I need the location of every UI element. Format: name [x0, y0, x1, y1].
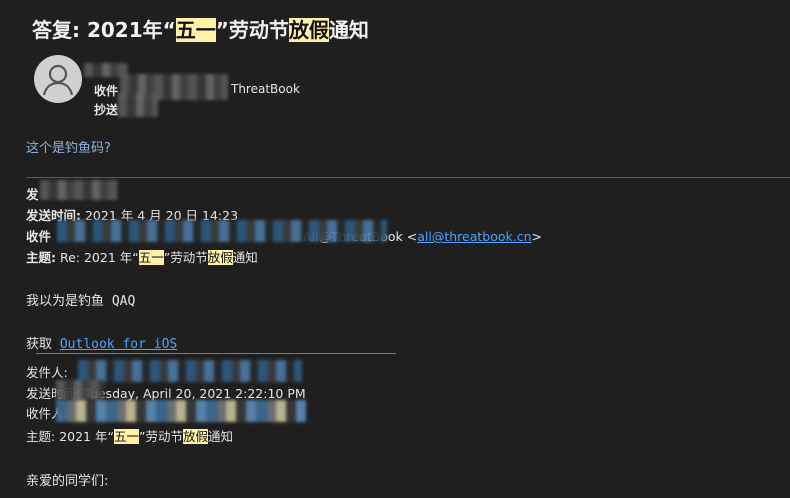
person-icon	[42, 64, 74, 96]
quote2-subject-prefix: 2021 年“	[59, 429, 114, 444]
quote2-time-redacted	[56, 380, 104, 400]
subject-mid: ”劳动节	[215, 18, 289, 42]
quote1-email-link[interactable]: all@threatbook.cn	[417, 229, 531, 244]
subject-highlight-wuyi: 五一	[175, 18, 216, 42]
quote2-subject-suffix: 通知	[207, 429, 233, 444]
sender-avatar[interactable]	[34, 55, 82, 103]
quote2-highlight-wuyi: 五一	[113, 429, 139, 444]
quote2-from-row: 发件人:	[26, 362, 68, 381]
quote1-to-close: >	[531, 229, 543, 244]
cc-row: 抄送	[94, 101, 118, 118]
quote1-subject-suffix: 通知	[232, 250, 258, 265]
quote2-from-label: 发件人:	[26, 365, 68, 380]
email-subject: 答复: 2021年“五一”劳动节放假通知	[32, 14, 369, 43]
quote1-to-label: 收件	[26, 229, 52, 244]
subject-highlight-fangjia: 放假	[288, 18, 329, 42]
quote1-highlight-wuyi: 五一	[138, 250, 164, 265]
quote1-subject-mid: ”劳动节	[163, 250, 208, 265]
divider	[26, 177, 790, 178]
subject-prefix: 答复: 2021年“	[32, 18, 176, 42]
to-row: 收件	[94, 82, 118, 99]
cc-label: 抄送	[94, 103, 119, 117]
quote2-highlight-fangjia: 放假	[182, 429, 208, 444]
reply-message: 这个是钓鱼码?	[26, 141, 111, 156]
to-label: 收件	[94, 84, 119, 98]
quote2-from-redacted	[78, 360, 302, 382]
quote2-subject-row: 主题: 2021 年“五一”劳动节放假通知	[26, 426, 233, 445]
quote1-to-redacted	[57, 220, 387, 242]
divider	[36, 353, 396, 354]
quote1-from-label: 发	[26, 187, 39, 202]
quote1-highlight-fangjia: 放假	[207, 250, 233, 265]
get-outlook-row: 获取 Outlook for iOS	[26, 333, 177, 352]
quote2-to-redacted	[56, 400, 306, 422]
subject-suffix: 通知	[328, 18, 369, 42]
get-label: 获取	[26, 337, 53, 352]
quote1-subject-prefix: Re: 2021 年“	[59, 250, 139, 265]
quote1-from-row: 发	[26, 184, 39, 203]
outlook-ios-link[interactable]: Outlook for iOS	[60, 337, 177, 352]
quote2-greeting: 亲爱的同学们:	[26, 474, 109, 489]
quote2-subject-label: 主题:	[26, 429, 56, 444]
quote1-body: 我以为是钓鱼 QAQ	[26, 294, 136, 309]
quote1-subject-row: 主题: Re: 2021 年“五一”劳动节放假通知	[26, 247, 258, 266]
cc-redacted	[118, 93, 158, 117]
quote2-subject-mid: ”劳动节	[138, 429, 183, 444]
quote1-subject-label: 主题:	[26, 250, 56, 265]
quote2-time-value: Tuesday, April 20, 2021 2:22:10 PM	[84, 386, 306, 401]
quote1-from-redacted	[40, 180, 118, 200]
to-recipient-domain[interactable]: ThreatBook	[231, 82, 300, 96]
